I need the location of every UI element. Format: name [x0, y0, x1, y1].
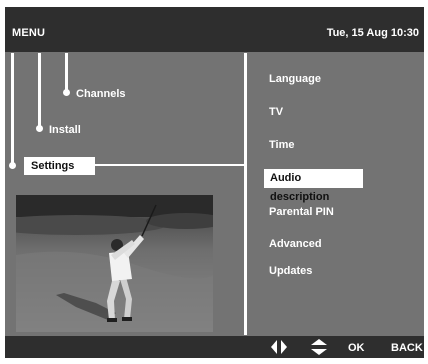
left-right-arrows-icon[interactable] — [271, 340, 287, 354]
menu-item-language[interactable]: Language — [269, 73, 321, 85]
menu-item-updates[interactable]: Updates — [269, 265, 312, 277]
ok-button[interactable]: OK — [348, 342, 365, 354]
tree-line-channels — [65, 53, 68, 93]
tv-menu-screen: MENU Tue, 15 Aug 10:30 Channels Install … — [5, 7, 424, 358]
panel-divider — [244, 53, 247, 335]
tree-line-install — [38, 53, 41, 129]
golfer-preview-image — [16, 195, 213, 332]
tree-item-install[interactable]: Install — [49, 124, 81, 136]
tree-connector — [95, 164, 246, 166]
tree-item-settings[interactable]: Settings — [24, 157, 95, 175]
menu-item-time[interactable]: Time — [269, 139, 294, 151]
menu-item-advanced[interactable]: Advanced — [269, 238, 322, 250]
header-bar: MENU Tue, 15 Aug 10:30 — [5, 7, 424, 52]
footer-bar: OK BACK — [5, 336, 424, 358]
up-down-arrows-icon[interactable] — [311, 339, 327, 355]
tree-node-settings — [9, 162, 16, 169]
tree-node-install — [36, 125, 43, 132]
tree-item-channels[interactable]: Channels — [76, 88, 126, 100]
tree-node-channels — [63, 89, 70, 96]
back-button[interactable]: BACK — [391, 342, 423, 354]
menu-item-parental-pin[interactable]: Parental PIN — [269, 206, 334, 218]
tv-preview-window — [16, 195, 213, 332]
date-time: Tue, 15 Aug 10:30 — [326, 27, 419, 39]
tree-item-settings-label: Settings — [31, 160, 75, 172]
tree-line-settings — [11, 53, 14, 166]
menu-title: MENU — [12, 27, 46, 39]
menu-item-tv[interactable]: TV — [269, 106, 283, 118]
menu-item-audio-description[interactable]: Audio description — [264, 169, 363, 203]
menu-item-audio-description-label: Audio description — [270, 172, 330, 203]
